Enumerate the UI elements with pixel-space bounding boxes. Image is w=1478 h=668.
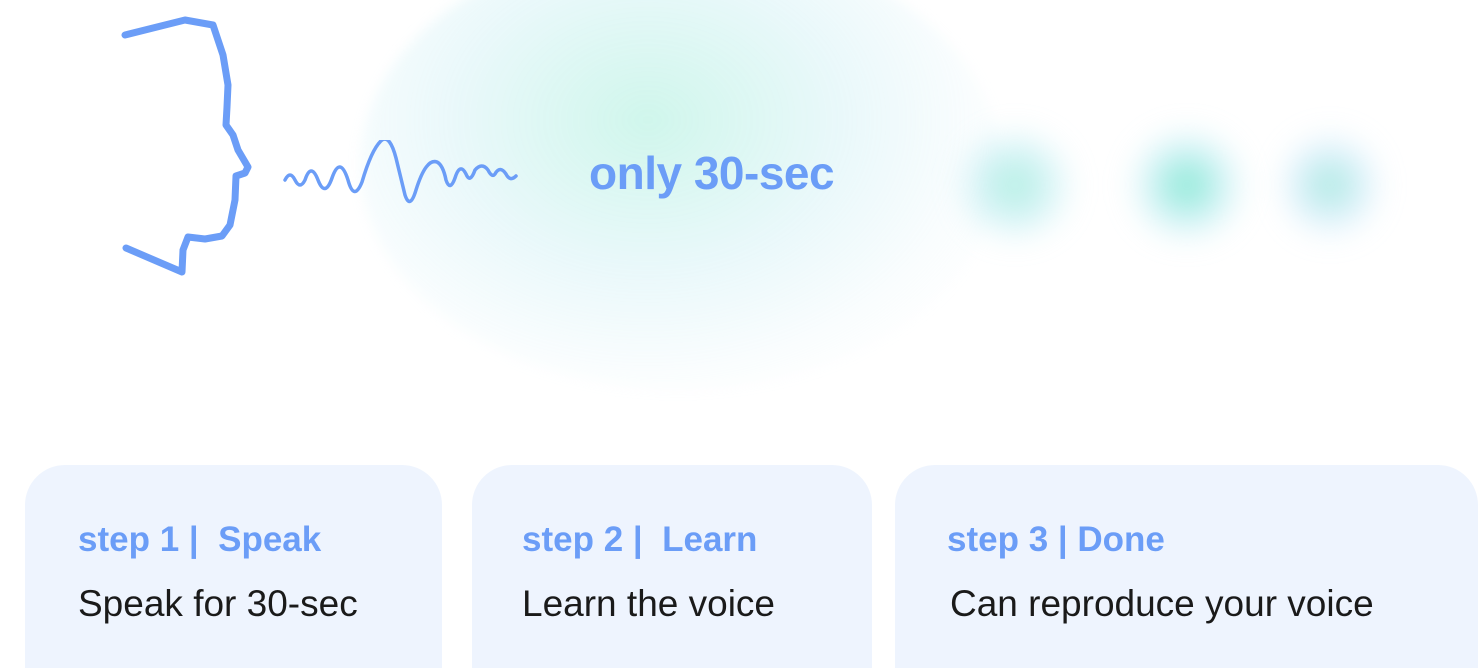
- face-profile-icon: [121, 16, 252, 276]
- progress-dot-3: [1280, 130, 1380, 240]
- step-title: step 2 | Learn: [522, 520, 758, 559]
- step-description: Learn the voice: [522, 583, 776, 624]
- step-description: Speak for 30-sec: [78, 583, 358, 624]
- step-card-3: step 3 | Done Can reproduce your voice: [895, 465, 1478, 668]
- step-title: step 3 | Done: [947, 520, 1165, 559]
- progress-dot-1: [955, 130, 1075, 240]
- sound-wave-icon: [283, 140, 518, 204]
- step-description: Can reproduce your voice: [950, 583, 1374, 624]
- step-title: step 1 | Speak: [78, 520, 322, 559]
- step-card-1: step 1 | Speak Speak for 30-sec: [25, 465, 442, 668]
- progress-dot-2: [1127, 130, 1247, 240]
- step-card-2: step 2 | Learn Learn the voice: [472, 465, 872, 668]
- headline: only 30-sec: [589, 147, 835, 199]
